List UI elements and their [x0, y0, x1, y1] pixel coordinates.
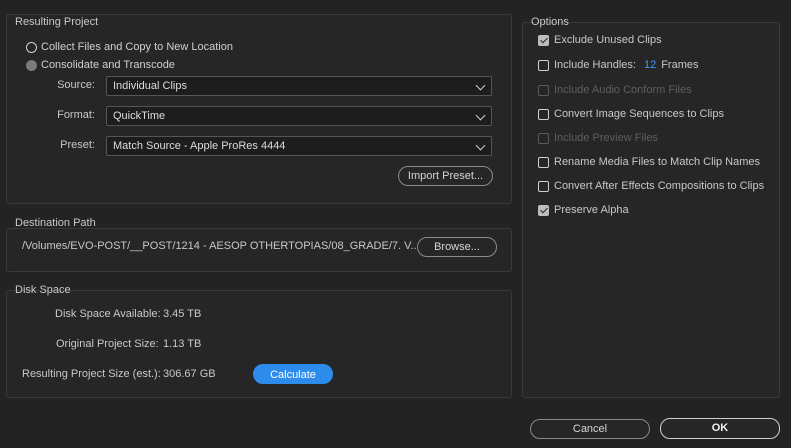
collect-files-label: Collect Files and Copy to New Location	[41, 41, 233, 53]
browse-button[interactable]: Browse...	[417, 237, 497, 257]
include-audio-conform-option: Include Audio Conform Files	[538, 84, 692, 96]
format-label: Format:	[57, 109, 95, 121]
format-value: QuickTime	[113, 110, 166, 122]
format-select[interactable]: QuickTime	[106, 106, 492, 126]
options-title: Options	[531, 16, 569, 28]
handles-frames-input[interactable]: 12	[644, 59, 656, 71]
checkbox-checked-icon[interactable]	[538, 34, 549, 46]
source-value: Individual Clips	[113, 80, 187, 92]
disk-available-value: 3.45 TB	[163, 308, 202, 320]
rename-media-files-option[interactable]: Rename Media Files to Match Clip Names	[538, 156, 760, 168]
consolidate-option[interactable]: Consolidate and Transcode	[26, 59, 175, 71]
resulting-size-label: Resulting Project Size (est.):	[22, 368, 161, 380]
checkbox-icon[interactable]	[538, 108, 549, 120]
resulting-size-value: 306.67 GB	[163, 368, 216, 380]
source-label: Source:	[57, 79, 95, 91]
checkbox-checked-icon[interactable]	[538, 204, 549, 216]
preset-select[interactable]: Match Source - Apple ProRes 4444	[106, 136, 492, 156]
exclude-unused-clips-option[interactable]: Exclude Unused Clips	[538, 34, 662, 46]
preserve-alpha-label: Preserve Alpha	[554, 204, 629, 216]
convert-ae-compositions-option[interactable]: Convert After Effects Compositions to Cl…	[538, 180, 764, 192]
import-preset-button[interactable]: Import Preset...	[398, 166, 493, 186]
include-preview-files-option: Include Preview Files	[538, 132, 658, 144]
exclude-unused-clips-label: Exclude Unused Clips	[554, 34, 662, 46]
radio-selected-icon[interactable]	[26, 59, 37, 71]
ok-button[interactable]: OK	[660, 418, 780, 439]
collect-files-option[interactable]: Collect Files and Copy to New Location	[26, 41, 233, 53]
original-size-value: 1.13 TB	[163, 338, 202, 350]
destination-path: /Volumes/EVO-POST/__POST/1214 - AESOP OT…	[22, 240, 420, 252]
resulting-project-title: Resulting Project	[15, 16, 99, 28]
convert-image-sequences-option[interactable]: Convert Image Sequences to Clips	[538, 108, 724, 120]
convert-image-sequences-label: Convert Image Sequences to Clips	[554, 108, 724, 120]
include-handles-label: Include Handles:	[554, 59, 636, 71]
consolidate-label: Consolidate and Transcode	[41, 59, 175, 71]
checkbox-icon[interactable]	[538, 180, 549, 192]
cancel-button[interactable]: Cancel	[530, 419, 650, 439]
checkbox-icon[interactable]	[538, 59, 549, 71]
radio-icon[interactable]	[26, 41, 37, 53]
convert-ae-compositions-label: Convert After Effects Compositions to Cl…	[554, 180, 765, 192]
include-preview-files-label: Include Preview Files	[554, 132, 658, 144]
checkbox-disabled-icon	[538, 132, 549, 144]
include-audio-conform-label: Include Audio Conform Files	[554, 84, 692, 96]
handles-frames-suffix: Frames	[661, 59, 699, 71]
checkbox-icon[interactable]	[538, 156, 549, 168]
preserve-alpha-option[interactable]: Preserve Alpha	[538, 204, 629, 216]
chevron-down-icon	[475, 110, 486, 121]
disk-available-label: Disk Space Available:	[55, 308, 161, 320]
calculate-button[interactable]: Calculate	[253, 364, 333, 384]
chevron-down-icon	[475, 140, 486, 151]
checkbox-disabled-icon	[538, 84, 549, 96]
disk-space-title: Disk Space	[15, 284, 71, 296]
destination-title: Destination Path	[15, 217, 96, 229]
source-select[interactable]: Individual Clips	[106, 76, 492, 96]
rename-media-files-label: Rename Media Files to Match Clip Names	[554, 156, 761, 168]
preset-value: Match Source - Apple ProRes 4444	[113, 140, 286, 152]
preset-label: Preset:	[60, 139, 95, 151]
include-handles-option[interactable]: Include Handles: 12 Frames	[538, 59, 698, 71]
original-size-label: Original Project Size:	[56, 338, 159, 350]
chevron-down-icon	[475, 80, 486, 91]
